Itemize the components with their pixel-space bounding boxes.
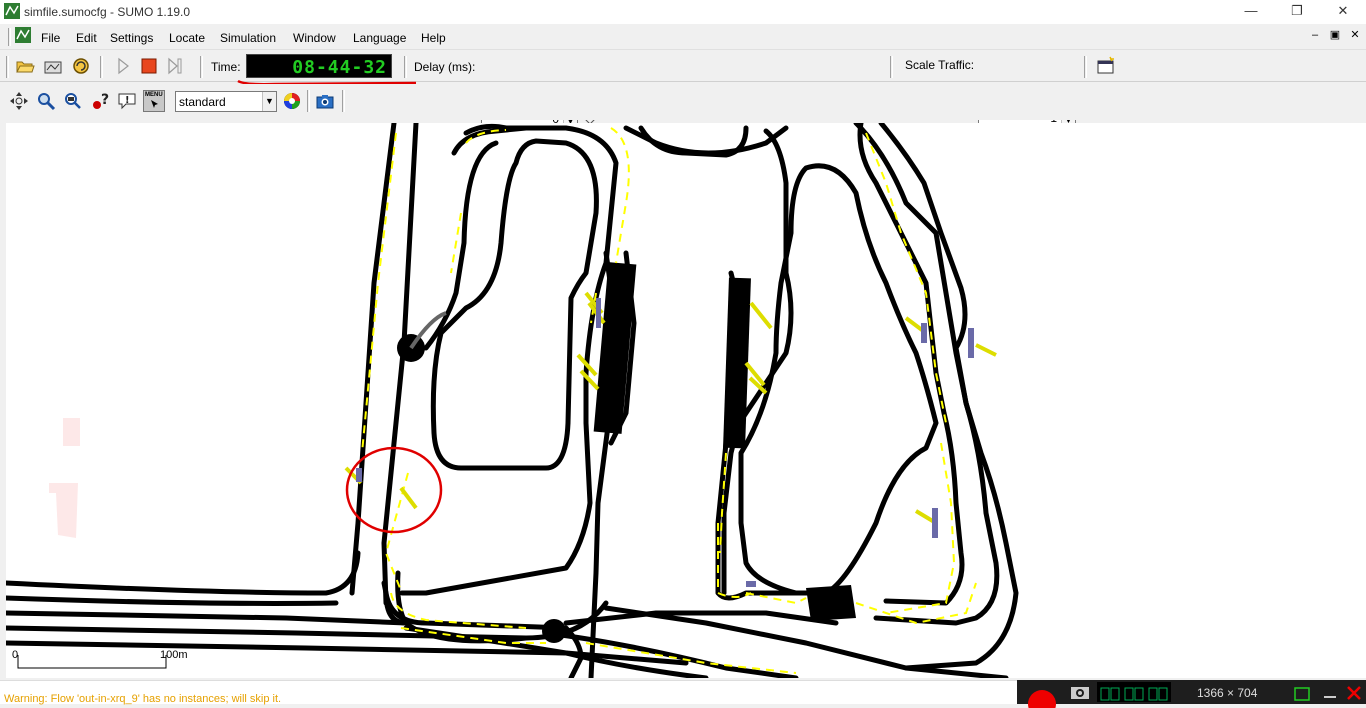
region-icon[interactable] (1293, 686, 1311, 702)
menu-window[interactable]: Window (293, 31, 336, 45)
record-icon[interactable] (1025, 684, 1059, 708)
title-bar: simfile.sumocfg - SUMO 1.19.0 — ❐ ✕ (0, 0, 1366, 24)
simulation-toolbar: Time: Delay (ms): 0 ▲▼ Scale Traffic: 1 … (0, 52, 1366, 128)
menubar-grip (8, 28, 11, 46)
camera-icon[interactable] (1069, 683, 1091, 701)
mdi-minimize-button[interactable]: – (1307, 27, 1323, 43)
color-scheme-value: standard (179, 95, 226, 109)
close-overlay-icon[interactable] (1345, 684, 1363, 702)
menu-language[interactable]: Language (353, 31, 406, 45)
open-folder-icon[interactable] (14, 55, 36, 77)
close-button[interactable]: ✕ (1320, 0, 1366, 24)
time-label: Time: (211, 60, 241, 74)
color-scheme-select[interactable]: standard ▼ (175, 91, 277, 112)
toolbar-separator (200, 56, 203, 78)
reload-icon[interactable] (70, 55, 92, 77)
color-wheel-icon[interactable] (281, 90, 303, 112)
svg-text:?: ? (101, 92, 109, 108)
toolbar-separator (404, 56, 407, 78)
svg-text:!: ! (125, 95, 130, 106)
toolbar-separator (307, 90, 310, 112)
help-inspect-icon[interactable]: ? (89, 90, 111, 112)
time-value: 08-44-32 (292, 57, 387, 78)
sumo-doc-icon[interactable] (15, 27, 31, 43)
locate-icon[interactable] (62, 90, 84, 112)
maximize-button[interactable]: ❐ (1274, 0, 1320, 24)
play-icon[interactable] (112, 55, 134, 77)
capture-dimensions: 1366 × 704 (1197, 686, 1258, 700)
view-menu-button[interactable]: MENU (143, 90, 165, 112)
scale-end-label: 100m (160, 649, 188, 661)
window-title: simfile.sumocfg - SUMO 1.19.0 (24, 5, 191, 19)
menu-bar: File Edit Settings Locate Simulation Win… (0, 24, 1366, 50)
cursor-icon (151, 100, 158, 108)
tooltip-icon[interactable]: ! (116, 90, 138, 112)
capture-overlay: 1366 × 704 (1017, 680, 1366, 708)
warning-message: Warning: Flow 'out-in-xrq_9' has no inst… (4, 693, 282, 705)
mdi-close-button[interactable]: ✕ (1347, 27, 1363, 43)
chevron-down-icon[interactable]: ▼ (262, 92, 276, 111)
menu-settings[interactable]: Settings (110, 31, 153, 45)
step-icon[interactable] (164, 55, 186, 77)
road-network[interactable]: 0 100m (6, 123, 1366, 678)
view-toolbar: ? ! MENU standard ▼ (0, 84, 1366, 120)
sumo-app-icon (4, 3, 20, 19)
timer-digits-icon (1100, 687, 1168, 701)
stop-icon[interactable] (138, 55, 160, 77)
menu-locate[interactable]: Locate (169, 31, 205, 45)
toolbar-separator (100, 56, 103, 78)
scale-start-label: 0 (12, 649, 18, 661)
toolbar-grip (6, 56, 9, 78)
menu-file[interactable]: File (41, 31, 60, 45)
timer-display (1097, 682, 1171, 702)
minimize-button[interactable]: — (1228, 0, 1274, 24)
toolbar-separator (890, 56, 893, 78)
recenter-icon[interactable] (8, 90, 30, 112)
menu-icon-text: MENU (145, 92, 163, 98)
minimize-overlay-icon[interactable] (1321, 686, 1339, 702)
screenshot-camera-icon[interactable] (314, 90, 336, 112)
scale-traffic-label: Scale Traffic: (905, 58, 975, 72)
zoom-icon[interactable] (35, 90, 57, 112)
open-network-icon[interactable] (42, 55, 64, 77)
mdi-restore-button[interactable]: ▣ (1327, 27, 1343, 43)
menu-edit[interactable]: Edit (76, 31, 97, 45)
simulation-time-display: 08-44-32 (246, 54, 392, 78)
menu-help[interactable]: Help (421, 31, 446, 45)
toolbar-separator (1084, 56, 1087, 78)
toolbar-separator (342, 90, 345, 112)
new-view-icon[interactable] (1095, 55, 1117, 77)
network-view-canvas[interactable]: 0 100m (6, 123, 1366, 678)
menu-simulation[interactable]: Simulation (220, 31, 276, 45)
delay-label: Delay (ms): (414, 60, 476, 74)
